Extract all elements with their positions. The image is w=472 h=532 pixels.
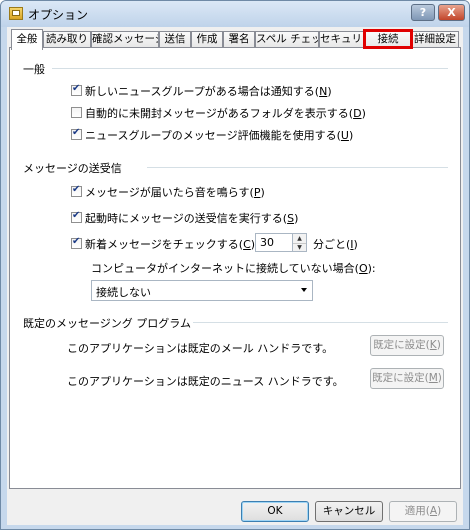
dropdown-arrow-icon <box>301 288 307 292</box>
tab-spelling[interactable]: スペル チェック <box>255 31 319 48</box>
dialog-title: オプション <box>28 8 89 22</box>
check-interval-suffix: 分ごと(I) <box>313 238 358 251</box>
send-receive-group-title: メッセージの送受信 <box>23 162 122 175</box>
check-interval-spinner: ▲ ▼ <box>293 233 307 252</box>
send-receive-startup-label: 起動時にメッセージの送受信を実行する(S) <box>85 212 299 225</box>
cancel-button[interactable]: キャンセル <box>315 501 383 522</box>
offline-label: コンピュータがインターネットに接続していない場合(O): <box>91 262 376 275</box>
check-new-messages-checkbox[interactable] <box>71 236 82 249</box>
tab-send[interactable]: 送信 <box>159 31 191 48</box>
send-receive-group-divider <box>147 167 448 168</box>
tab-signatures[interactable]: 署名 <box>223 31 255 48</box>
options-dialog: オプション ? X 全般 読み取り 確認メッセージ 送信 作成 署名 スペル チ… <box>0 0 470 530</box>
set-default-mail-button[interactable]: 既定に設定(K) <box>370 335 444 356</box>
general-group-title: 一般 <box>23 63 45 76</box>
dialog-icon <box>9 7 23 20</box>
general-panel: 一般 新しいニュースグループがある場合は通知する(N) 自動的に未開封メッセージ… <box>9 47 461 489</box>
dialog-body: 全般 読み取り 確認メッセージ 送信 作成 署名 スペル チェック セキュリティ… <box>7 27 463 525</box>
play-sound-checkbox[interactable] <box>71 184 82 197</box>
help-button[interactable]: ? <box>411 4 435 21</box>
close-button[interactable]: X <box>438 4 465 21</box>
notify-newsgroups-checkbox[interactable] <box>71 83 82 96</box>
default-programs-group-divider <box>193 322 448 323</box>
check-new-messages-label: 新着メッセージをチェックする(C) <box>85 238 256 251</box>
show-unread-folders-checkbox[interactable] <box>71 107 82 118</box>
apply-button[interactable]: 適用(A) <box>389 501 457 522</box>
tab-connection[interactable]: 接続 <box>365 31 411 48</box>
play-sound-label: メッセージが届いたら音を鳴らす(P) <box>85 186 265 199</box>
ok-button[interactable]: OK <box>241 501 309 522</box>
tab-general[interactable]: 全般 <box>11 29 43 50</box>
default-news-text: このアプリケーションは既定のニュース ハンドラです。 <box>67 375 344 388</box>
tab-security[interactable]: セキュリティ <box>319 31 365 48</box>
tab-read[interactable]: 読み取り <box>43 31 91 48</box>
newsgroup-rating-checkbox[interactable] <box>71 127 82 140</box>
tab-advanced[interactable]: 詳細設定 <box>411 31 459 48</box>
offline-action-select[interactable]: 接続しない <box>91 280 313 301</box>
tab-strip: 全般 読み取り 確認メッセージ 送信 作成 署名 スペル チェック セキュリティ… <box>7 29 463 50</box>
tab-receipts[interactable]: 確認メッセージ <box>91 31 159 48</box>
notify-newsgroups-label: 新しいニュースグループがある場合は通知する(N) <box>85 85 332 98</box>
spin-down-icon[interactable]: ▼ <box>293 243 306 252</box>
offline-action-value: 接続しない <box>96 286 151 299</box>
default-mail-text: このアプリケーションは既定のメール ハンドラです。 <box>67 342 334 355</box>
title-bar: オプション ? X <box>1 1 469 27</box>
close-icon: X <box>447 6 456 19</box>
general-group-divider <box>52 68 448 69</box>
default-programs-group-title: 既定のメッセージング プログラム <box>23 317 191 330</box>
newsgroup-rating-label: ニュースグループのメッセージ評価機能を使用する(U) <box>85 129 354 142</box>
set-default-news-button[interactable]: 既定に設定(M) <box>370 368 444 389</box>
check-interval-input[interactable]: 30 <box>255 233 293 252</box>
send-receive-startup-checkbox[interactable] <box>71 210 82 223</box>
tab-compose[interactable]: 作成 <box>191 31 223 48</box>
show-unread-folders-label: 自動的に未開封メッセージがあるフォルダを表示する(D) <box>85 107 366 120</box>
